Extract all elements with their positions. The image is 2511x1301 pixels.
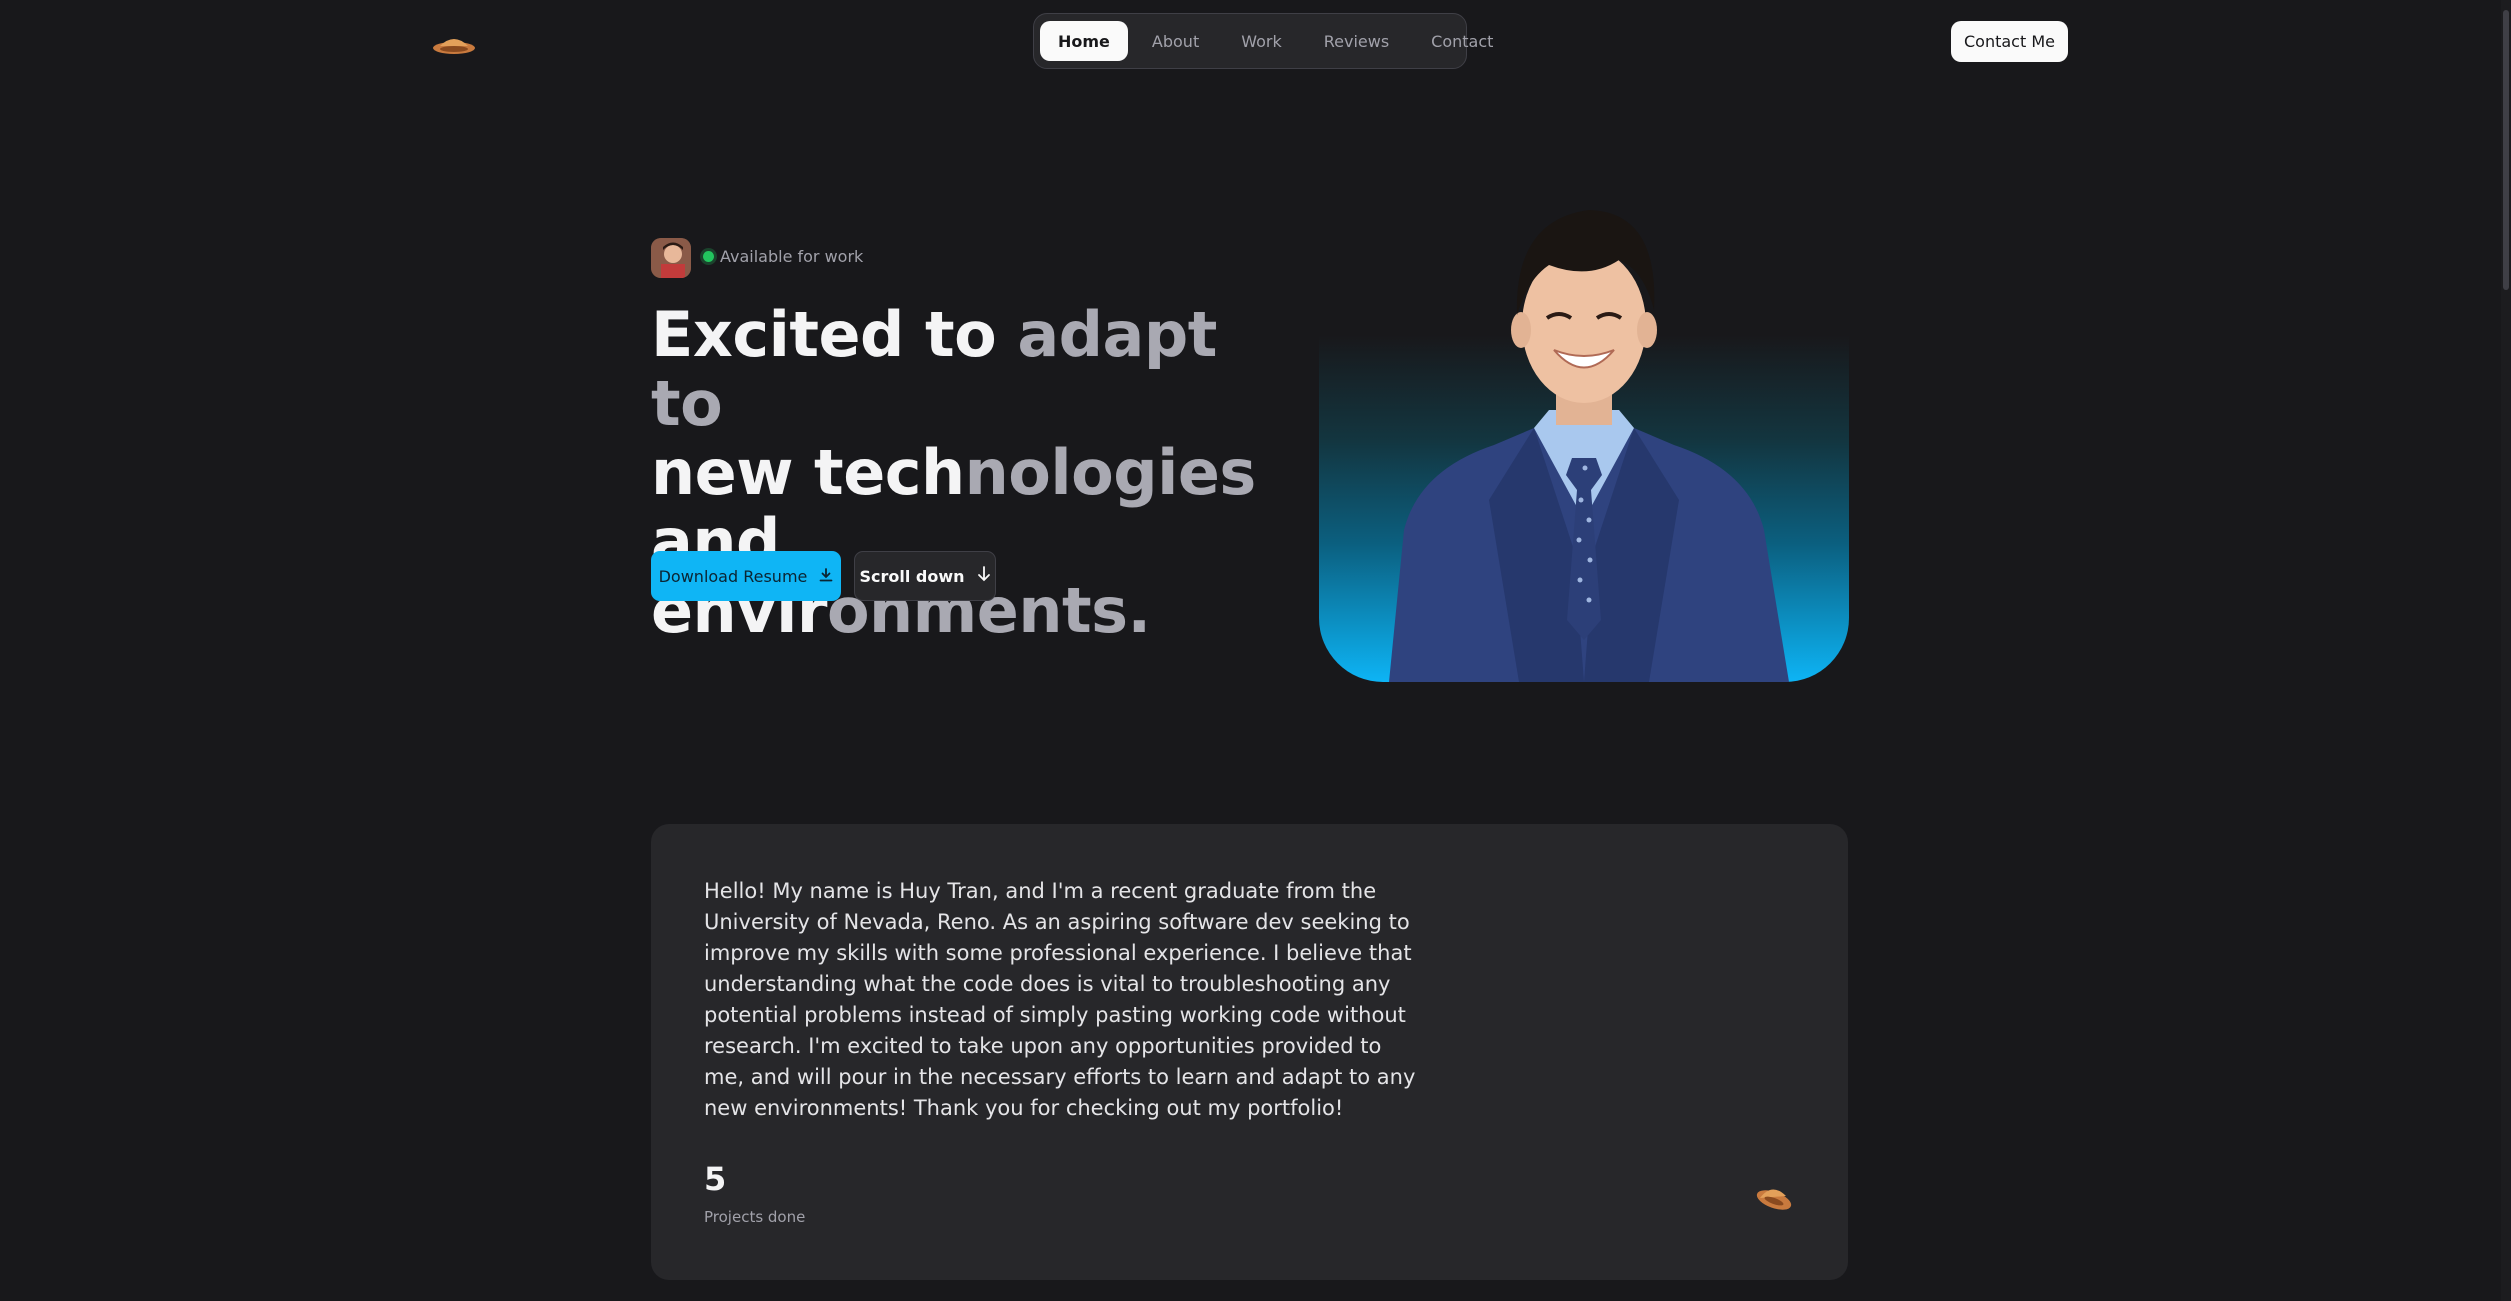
download-resume-button[interactable]: Download Resume: [651, 551, 841, 601]
about-paragraph: Hello! My name is Huy Tran, and I'm a re…: [704, 879, 1416, 1120]
projects-count: 5: [704, 1160, 727, 1198]
download-resume-label: Download Resume: [658, 566, 808, 586]
logo-icon: [1752, 1180, 1796, 1214]
status-dot-icon: [703, 251, 714, 262]
contact-me-button[interactable]: Contact Me: [1951, 21, 2068, 62]
projects-label: Projects done: [704, 1208, 806, 1226]
scroll-down-button[interactable]: Scroll down: [854, 551, 996, 601]
profile-portrait: [1319, 200, 1849, 682]
scroll-down-label: Scroll down: [859, 566, 965, 586]
scrollbar-thumb[interactable]: [2503, 10, 2509, 290]
nav-home[interactable]: Home: [1040, 21, 1128, 61]
availability-status: Available for work: [720, 247, 864, 266]
nav-reviews[interactable]: Reviews: [1306, 21, 1407, 61]
avatar: [651, 238, 691, 278]
arrow-down-icon: [977, 566, 991, 586]
nav-about[interactable]: About: [1134, 21, 1217, 61]
nav-work[interactable]: Work: [1223, 21, 1300, 61]
download-icon: [819, 567, 833, 586]
logo-icon[interactable]: [430, 30, 478, 60]
main-nav: Home About Work Reviews Contact: [1033, 13, 1493, 69]
nav-contact[interactable]: Contact: [1413, 21, 1511, 61]
